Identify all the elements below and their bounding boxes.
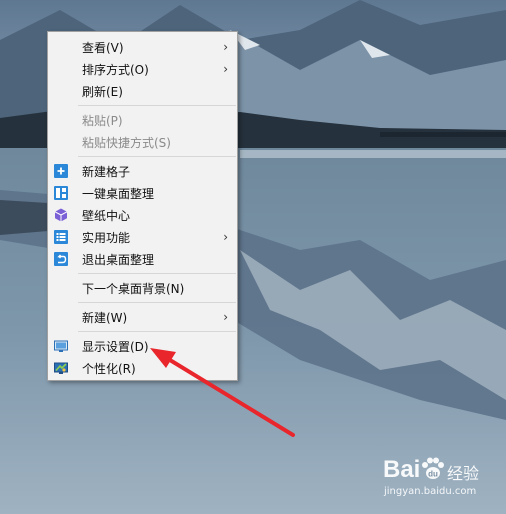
menu-item-label: 壁纸中心 — [82, 208, 131, 223]
menu-item-view[interactable]: 查看(V) › — [48, 36, 237, 58]
exit-icon — [54, 252, 68, 266]
menu-item-label: 下一个桌面背景(N) — [82, 281, 185, 296]
menu-item-next-background[interactable]: 下一个桌面背景(N) — [48, 277, 237, 299]
menu-item-label: 退出桌面整理 — [82, 252, 155, 267]
menu-item-label: 个性化(R) — [82, 361, 136, 376]
display-icon — [54, 339, 68, 353]
menu-separator — [78, 105, 236, 106]
cube-icon — [54, 208, 68, 222]
list-icon — [54, 230, 68, 244]
menu-separator — [78, 331, 236, 332]
menu-item-personalize[interactable]: 个性化(R) — [48, 357, 237, 379]
personalize-icon — [54, 361, 68, 375]
menu-item-organize-desktop[interactable]: 一键桌面整理 — [48, 182, 237, 204]
menu-item-label: 实用功能 — [82, 230, 131, 245]
menu-item-label: 刷新(E) — [82, 84, 123, 99]
menu-item-label: 一键桌面整理 — [82, 186, 155, 201]
menu-item-refresh[interactable]: 刷新(E) — [48, 80, 237, 102]
menu-item-display-settings[interactable]: 显示设置(D) — [48, 335, 237, 357]
chevron-right-icon: › — [223, 62, 228, 76]
watermark-suffix-text: 经验 — [447, 464, 480, 483]
watermark-url: jingyan.baidu.com — [384, 486, 477, 497]
desktop-context-menu: 查看(V) › 排序方式(O) › 刷新(E) 粘贴(P) 粘贴快捷方式(S) … — [47, 31, 238, 381]
menu-item-label: 粘贴快捷方式(S) — [82, 135, 171, 150]
menu-item-sort-by[interactable]: 排序方式(O) › — [48, 58, 237, 80]
menu-item-utilities[interactable]: 实用功能 › — [48, 226, 237, 248]
menu-separator — [78, 273, 236, 274]
menu-item-paste-shortcut[interactable]: 粘贴快捷方式(S) — [48, 131, 237, 153]
menu-item-label: 新建格子 — [82, 164, 131, 179]
grid-layout-icon — [54, 186, 68, 200]
chevron-right-icon: › — [223, 40, 228, 54]
menu-separator — [78, 156, 236, 157]
menu-item-new-fence[interactable]: 新建格子 — [48, 160, 237, 182]
menu-item-label: 新建(W) — [82, 310, 128, 325]
menu-item-label: 排序方式(O) — [82, 62, 149, 77]
menu-separator — [78, 302, 236, 303]
watermark-logo-text: Bai — [383, 456, 421, 483]
menu-item-new[interactable]: 新建(W) › — [48, 306, 237, 328]
chevron-right-icon: › — [223, 310, 228, 324]
paw-icon: du — [419, 456, 445, 486]
menu-item-label: 查看(V) — [82, 40, 124, 55]
menu-item-exit-organizer[interactable]: 退出桌面整理 — [48, 248, 237, 270]
menu-item-wallpaper-center[interactable]: 壁纸中心 — [48, 204, 237, 226]
baidu-jingyan-watermark: Bai du 经验 jingyan.baidu.com — [383, 454, 503, 512]
svg-text:du: du — [428, 470, 438, 479]
plus-icon — [54, 164, 68, 178]
menu-item-label: 粘贴(P) — [82, 113, 123, 128]
menu-item-label: 显示设置(D) — [82, 339, 149, 354]
chevron-right-icon: › — [223, 230, 228, 244]
menu-item-paste[interactable]: 粘贴(P) — [48, 109, 237, 131]
